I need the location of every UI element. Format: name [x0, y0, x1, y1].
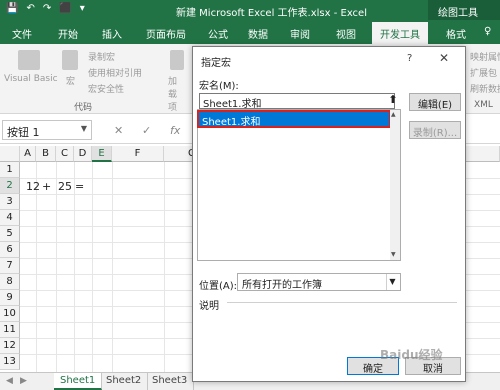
list-scrollbar[interactable]: ▲ ▼	[390, 110, 400, 260]
tab-page-layout[interactable]: 页面布局	[146, 26, 186, 41]
help-icon[interactable]: ?	[407, 53, 412, 64]
row-header[interactable]: 13	[0, 354, 20, 370]
group-code-label: 代码	[74, 103, 93, 113]
edit-button[interactable]: 编辑(E)	[409, 93, 461, 111]
macro-name-label: 宏名(M):	[199, 81, 239, 92]
name-box[interactable]: 按钮 1 ▼	[2, 120, 92, 140]
column-header[interactable]: E	[92, 146, 112, 162]
name-box-value: 按钮 1	[7, 126, 40, 139]
row-header[interactable]: 3	[0, 194, 20, 210]
cancel-icon[interactable]: ✕	[114, 124, 123, 137]
column-header[interactable]: B	[36, 146, 56, 162]
title-bar: 💾 ↶ ↷ ⬛ ▾ 新建 Microsoft Excel 工作表.xlsx - …	[0, 0, 500, 20]
cell-b2[interactable]: +	[42, 180, 51, 193]
watermark-logo: Baidu经验	[380, 348, 443, 362]
tab-file[interactable]: 文件	[12, 26, 32, 41]
addins-icon	[170, 50, 184, 70]
assign-macro-dialog: 指定宏 ? ✕ 宏名(M): Sheet1.求和 ⬆ Sheet1.求和 ▲ ▼…	[192, 46, 466, 382]
row-header[interactable]: 12	[0, 338, 20, 354]
scroll-right-icon[interactable]: ▶	[20, 376, 27, 386]
tab-insert[interactable]: 插入	[102, 26, 122, 41]
gridline	[74, 162, 75, 372]
row-header[interactable]: 10	[0, 306, 20, 322]
record-button[interactable]: 录制(R)...	[409, 121, 461, 139]
gridline	[56, 162, 57, 372]
expansion-packs-button[interactable]: 扩展包	[470, 66, 497, 79]
refresh-data-button[interactable]: 刷新数据	[470, 82, 500, 95]
tell-me-icon[interactable]: ♀	[484, 26, 491, 37]
cell-d2[interactable]: =	[75, 180, 84, 193]
record-macro-button[interactable]: 录制宏	[88, 50, 115, 63]
chevron-down-icon[interactable]: ▼	[386, 274, 398, 290]
column-header[interactable]: D	[74, 146, 92, 162]
quick-access-toolbar: 💾 ↶ ↷ ⬛ ▾	[6, 3, 85, 14]
column-header[interactable]: F	[112, 146, 164, 162]
gridline	[36, 162, 37, 372]
gridline	[164, 162, 165, 372]
visual-basic-icon	[18, 50, 40, 70]
scroll-left-icon[interactable]: ◀	[6, 376, 13, 386]
row-header[interactable]: 6	[0, 242, 20, 258]
collapse-dialog-icon[interactable]: ⬆	[386, 93, 400, 109]
row-header[interactable]: 4	[0, 210, 20, 226]
row-header[interactable]: 9	[0, 290, 20, 306]
row-header[interactable]: 7	[0, 258, 20, 274]
macro-name-input[interactable]: Sheet1.求和	[199, 93, 395, 110]
map-properties-button[interactable]: 映射属性	[470, 50, 500, 63]
sheet-tab-sheet3[interactable]: Sheet3	[146, 373, 195, 390]
location-select[interactable]: 所有打开的工作簿 ▼	[237, 273, 401, 291]
tab-format[interactable]: 格式	[446, 26, 466, 41]
sheet-tab-sheet1[interactable]: Sheet1	[54, 373, 103, 390]
tab-developer[interactable]: 开发工具	[372, 22, 428, 44]
close-icon[interactable]: ✕	[439, 51, 449, 65]
addins-button[interactable]: 加载项	[168, 74, 184, 113]
ribbon-tabs: 文件 开始 插入 页面布局 公式 数据 审阅 视图 开发工具 格式 ♀	[0, 20, 500, 44]
row-header[interactable]: 2	[0, 178, 20, 194]
macros-icon	[62, 50, 78, 70]
form-icon[interactable]: ⬛	[59, 3, 71, 14]
tab-view[interactable]: 视图	[336, 26, 356, 41]
scroll-up-icon[interactable]: ▲	[391, 111, 396, 118]
macro-list[interactable]: Sheet1.求和 ▲ ▼	[197, 109, 401, 261]
tab-formulas[interactable]: 公式	[208, 26, 228, 41]
dialog-title: 指定宏	[201, 58, 231, 69]
group-xml-label: XML	[474, 100, 493, 110]
save-icon[interactable]: 💾	[6, 3, 18, 14]
column-header[interactable]: C	[56, 146, 74, 162]
customize-qat-icon[interactable]: ▾	[80, 3, 85, 14]
row-header[interactable]: 11	[0, 322, 20, 338]
window-title: 新建 Microsoft Excel 工作表.xlsx - Excel	[176, 8, 367, 19]
insert-function-icon[interactable]: fx	[170, 124, 180, 137]
undo-icon[interactable]: ↶	[26, 3, 34, 14]
relative-reference-button[interactable]: 使用相对引用	[88, 66, 142, 79]
context-tab-drawing-tools: 绘图工具	[428, 0, 500, 20]
location-label: 位置(A):	[199, 281, 238, 292]
sheet-tab-sheet2[interactable]: Sheet2	[100, 373, 149, 390]
chevron-down-icon[interactable]: ▼	[81, 124, 87, 133]
column-header[interactable]: A	[20, 146, 36, 162]
gridline	[112, 162, 113, 372]
row-header[interactable]: 8	[0, 274, 20, 290]
cell-a2[interactable]: 12	[26, 180, 40, 193]
macros-button[interactable]: 宏	[66, 74, 75, 87]
enter-icon[interactable]: ✓	[142, 124, 151, 137]
row-header[interactable]: 1	[0, 162, 20, 178]
divider	[227, 302, 457, 303]
visual-basic-button[interactable]: Visual Basic	[4, 74, 58, 84]
cell-c2[interactable]: 25	[58, 180, 72, 193]
row-header[interactable]: 5	[0, 226, 20, 242]
description-label: 说明	[199, 301, 219, 312]
macro-security-button[interactable]: 宏安全性	[88, 82, 124, 95]
scroll-down-icon[interactable]: ▼	[391, 251, 396, 258]
tab-data[interactable]: 数据	[248, 26, 268, 41]
gridline	[92, 162, 93, 372]
location-value: 所有打开的工作簿	[242, 280, 322, 291]
list-item[interactable]: Sheet1.求和	[197, 110, 391, 128]
select-all-corner[interactable]	[0, 146, 20, 162]
redo-icon[interactable]: ↷	[43, 3, 51, 14]
tab-home[interactable]: 开始	[58, 26, 78, 41]
tab-review[interactable]: 审阅	[290, 26, 310, 41]
